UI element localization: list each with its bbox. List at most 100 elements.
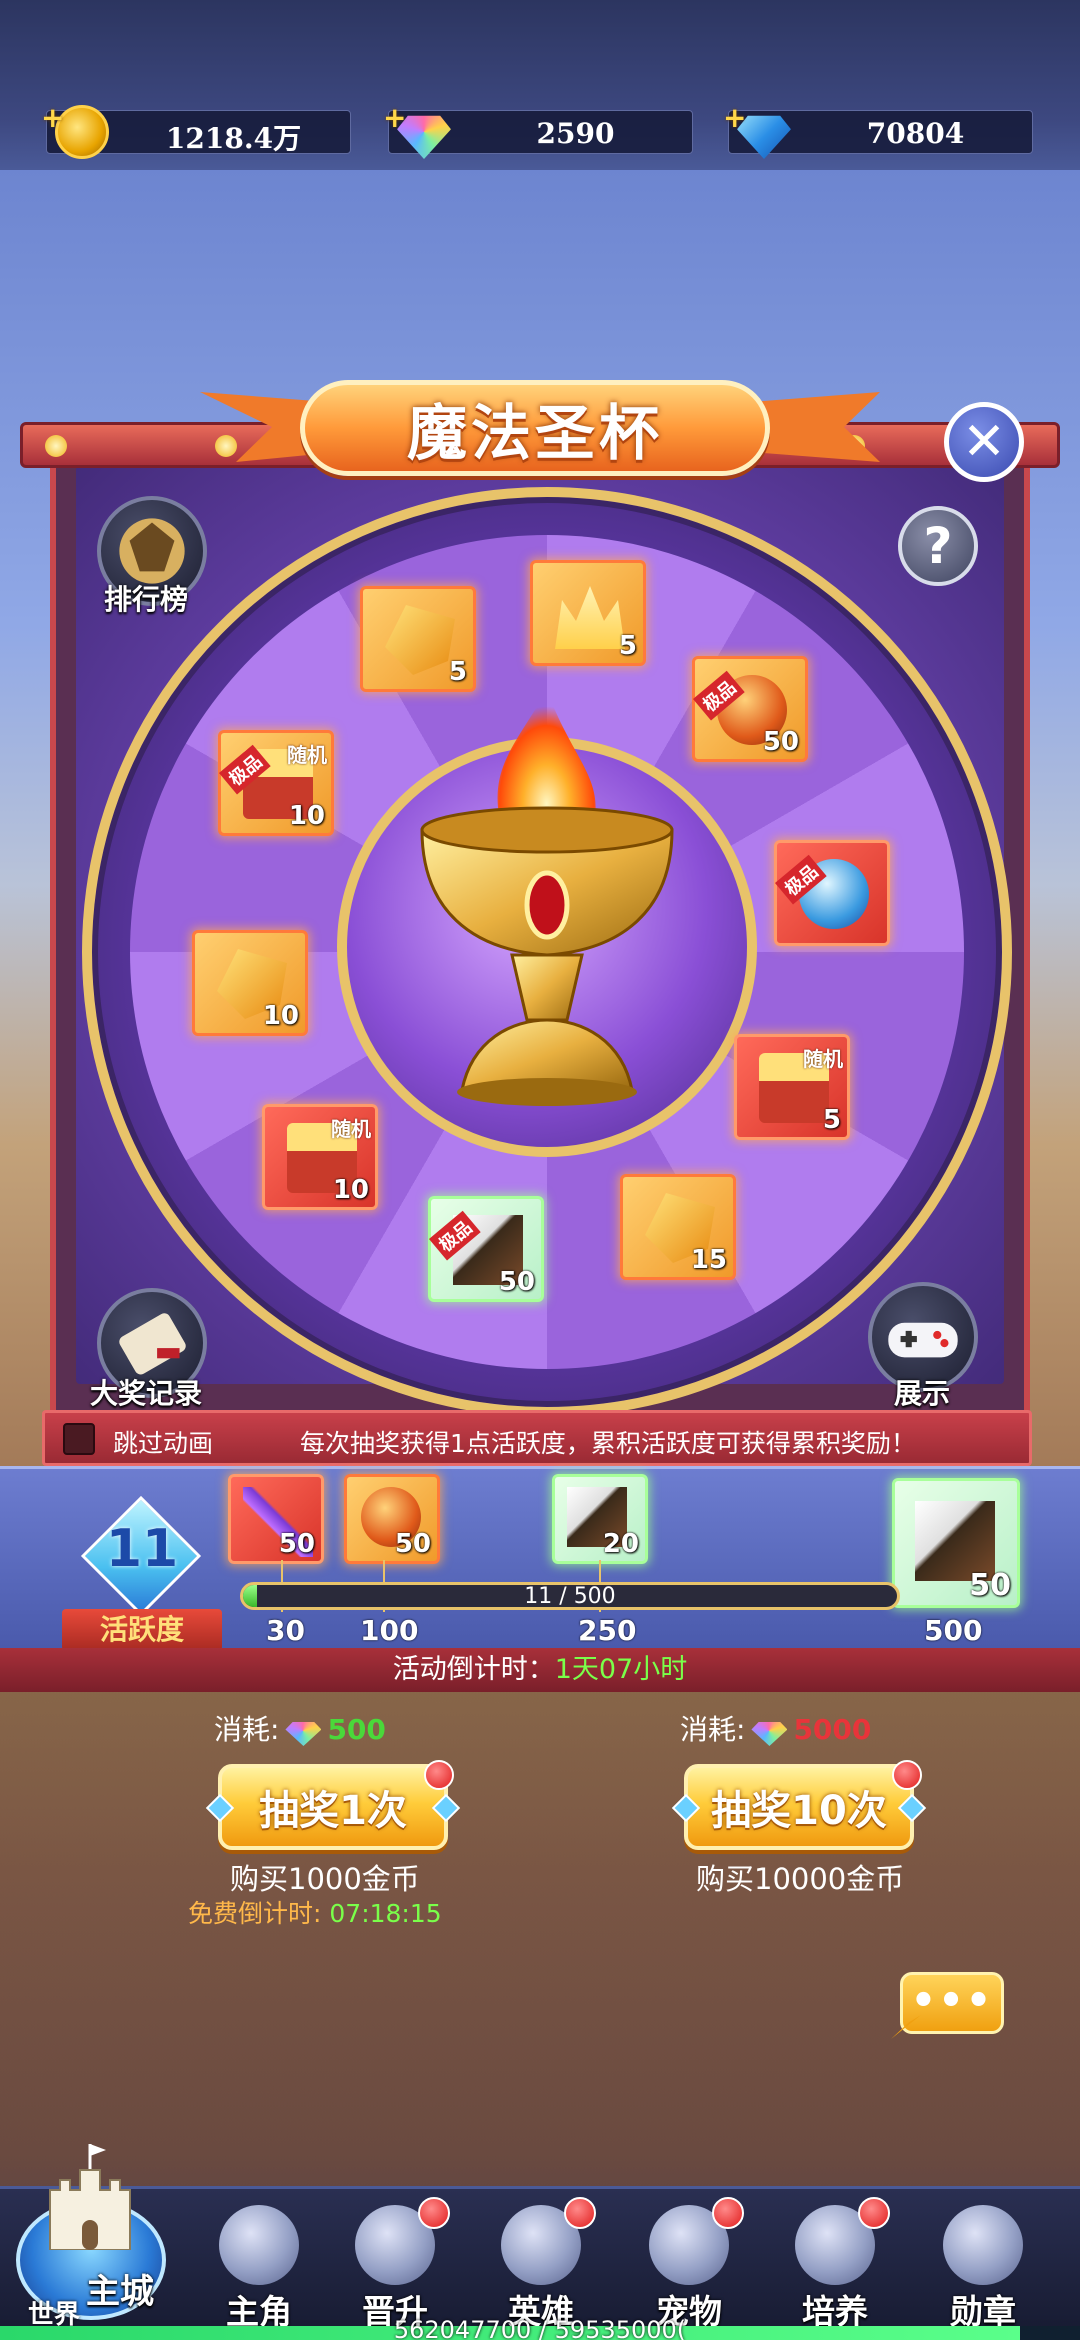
display-label: 展示	[894, 1377, 951, 1410]
rainbow-gem-icon	[751, 1722, 788, 1746]
item-quantity: 5	[822, 1105, 841, 1135]
countdown-label: 活动倒计时：	[392, 1654, 555, 1685]
reward-item-crown-5[interactable]: 5	[530, 560, 646, 666]
ranking-label: 排行榜	[104, 583, 189, 616]
milestone-reward-250[interactable]: 20	[552, 1474, 648, 1564]
milestone-label: 500	[924, 1614, 983, 1647]
item-quantity: 5	[618, 631, 637, 661]
notification-dot	[858, 2197, 890, 2229]
free-countdown: 免费倒计时: 07:18:15	[188, 1894, 442, 1930]
reward-item-crystal-10[interactable]: 10	[192, 930, 308, 1036]
chat-icon: •••	[910, 1978, 994, 2024]
milestone-reward-100[interactable]: 50	[344, 1474, 440, 1564]
draw-ten-button[interactable]: 抽奖10次	[671, 1764, 927, 1850]
milestone-quantity: 50	[278, 1529, 315, 1559]
close-button[interactable]: ✕	[944, 402, 1024, 482]
reward-item-chest-10-premium[interactable]: 极品 随机 10	[218, 730, 334, 836]
notice-bar: 跳过动画 每次抽奖获得1点活跃度，累积活跃度可获得累积奖励！	[42, 1410, 1032, 1466]
reward-item-book-50[interactable]: 极品 50	[428, 1196, 544, 1302]
nav-promote[interactable]: 晋升	[330, 2197, 460, 2331]
notification-dot	[418, 2197, 450, 2229]
reward-item-chest-10[interactable]: 随机 10	[262, 1104, 378, 1210]
free-countdown-label: 免费倒计时:	[188, 1899, 322, 1928]
reward-item-crystal-15[interactable]: 15	[620, 1174, 736, 1280]
question-icon: ?	[923, 517, 953, 575]
notification-dot	[892, 1760, 922, 1790]
draw-ten-bonus: 购买10000金币	[696, 1862, 905, 1896]
item-quantity: 50	[498, 1267, 535, 1297]
draw-once-label: 抽奖1次	[259, 1788, 407, 1834]
notification-dot	[424, 1760, 454, 1790]
activity-value: 11	[105, 1519, 179, 1579]
draw-once-button[interactable]: 抽奖1次	[205, 1764, 461, 1850]
free-countdown-time: 07:18:15	[329, 1899, 442, 1928]
activity-tip: 每次抽奖获得1点活跃度，累积活跃度可获得累积奖励！	[300, 1429, 916, 1458]
activity-badge: 11 活跃度	[62, 1495, 222, 1651]
random-tag: 随机	[803, 1047, 843, 1071]
draw-ten-label: 抽奖10次	[711, 1788, 887, 1834]
close-icon: ✕	[962, 412, 1006, 472]
rail-light	[45, 435, 67, 457]
gold-value: 1218.4万	[165, 122, 302, 155]
draw-once-cost: 消耗: 500	[214, 1708, 386, 1748]
milestone-label: 250	[578, 1614, 637, 1647]
hero-profile-icon	[219, 2205, 299, 2285]
cost-label: 消耗:	[214, 1713, 280, 1746]
random-tag: 随机	[331, 1117, 371, 1141]
item-quantity: 50	[762, 727, 799, 757]
reward-item-blue-orb[interactable]: 极品	[774, 840, 890, 946]
item-quantity: 5	[448, 657, 467, 687]
item-quantity: 10	[288, 801, 325, 831]
skip-animation-label[interactable]: 跳过动画	[113, 1424, 213, 1460]
cost-amount: 5000	[793, 1713, 872, 1746]
nav-heroes[interactable]: 英雄	[476, 2197, 606, 2331]
rainbow-gem-counter[interactable]: + 2590	[383, 101, 693, 159]
progress-text: 11 / 500	[524, 1584, 616, 1609]
main-city-button[interactable]: 主城 世界	[6, 2140, 176, 2330]
milestone-label: 30	[266, 1614, 305, 1647]
item-quantity: 15	[690, 1245, 727, 1275]
notification-dot	[564, 2197, 596, 2229]
draw-once-bonus: 购买1000金币	[230, 1862, 420, 1896]
notification-dot	[712, 2197, 744, 2229]
help-button[interactable]: ?	[898, 506, 978, 586]
button-gem-left	[205, 1793, 235, 1823]
rainbow-gem-value: 2590	[536, 117, 615, 150]
nav-hero-main[interactable]: 主角	[194, 2201, 324, 2331]
add-blue-diamond-icon[interactable]: +	[723, 101, 746, 134]
gold-counter[interactable]: + 1218.4万	[41, 101, 351, 159]
button-gem-right	[897, 1793, 927, 1823]
main-city-label: 主城	[86, 2272, 154, 2312]
item-quantity: 10	[332, 1175, 369, 1205]
currency-bar: + 1218.4万 + 2590 + 70804	[0, 0, 1080, 170]
record-label: 大奖记录	[90, 1377, 203, 1410]
add-gold-icon[interactable]: +	[41, 101, 64, 134]
milestone-reward-500[interactable]: 50	[892, 1478, 1020, 1608]
reward-item-crystal-5[interactable]: 5	[360, 586, 476, 692]
crystal-icon	[385, 605, 455, 675]
title-plate: 魔法圣杯	[300, 380, 770, 476]
milestone-quantity: 50	[394, 1529, 431, 1559]
add-rainbow-gem-icon[interactable]: +	[383, 101, 406, 134]
skip-animation-checkbox[interactable]	[63, 1423, 95, 1455]
nav-pets[interactable]: 宠物	[624, 2197, 754, 2331]
random-tag: 随机	[287, 743, 327, 767]
blue-diamond-counter[interactable]: + 70804	[723, 101, 1033, 159]
holy-grail-icon[interactable]	[392, 680, 702, 1140]
activity-progress-bar: 11 / 500	[240, 1582, 900, 1610]
reward-item-chest-5[interactable]: 随机 5	[734, 1034, 850, 1140]
reward-item-fire-orb-50[interactable]: 极品 50	[692, 656, 808, 762]
button-gem-left	[671, 1793, 701, 1823]
rainbow-gem-icon	[285, 1722, 322, 1746]
milestone-reward-30[interactable]: 50	[228, 1474, 324, 1564]
nav-cultivate[interactable]: 培养	[770, 2197, 900, 2331]
blue-diamond-value: 70804	[866, 117, 965, 150]
nav-medals[interactable]: 勋章	[918, 2201, 1048, 2331]
milestone-quantity: 20	[602, 1529, 639, 1559]
title-ribbon: 魔法圣杯	[200, 372, 880, 482]
chat-button[interactable]: •••	[891, 1972, 1004, 2039]
castle-icon	[49, 2144, 131, 2250]
draw-ten-cost: 消耗: 5000	[680, 1708, 871, 1748]
activity-label: 活跃度	[62, 1609, 222, 1651]
milestone-quantity: 50	[969, 1568, 1011, 1603]
